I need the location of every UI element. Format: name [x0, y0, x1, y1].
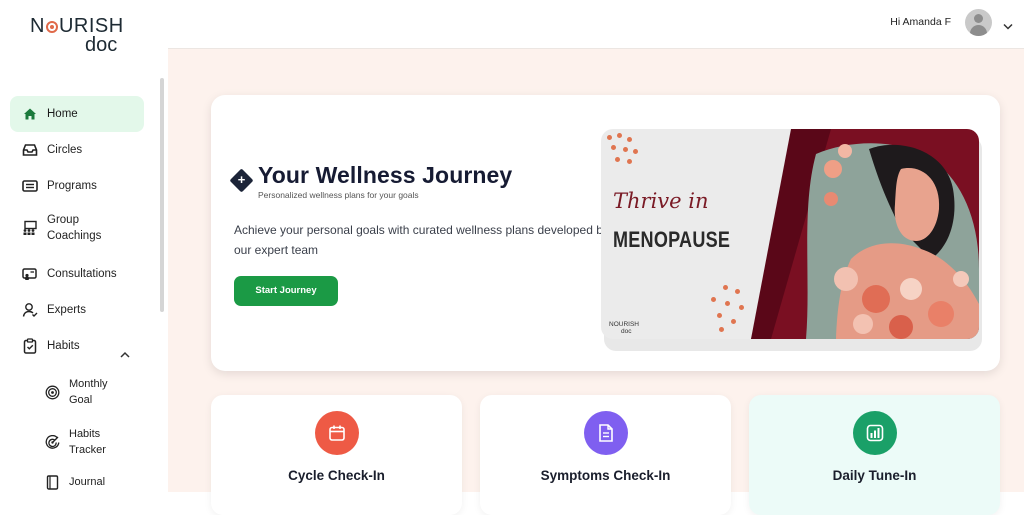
sidebar: N URISH doc Home Circles Programs Group … [0, 0, 168, 492]
chevron-down-icon[interactable] [1003, 17, 1013, 35]
notebook-icon [44, 474, 60, 490]
app-logo[interactable]: N URISH doc [30, 16, 134, 56]
list-icon [21, 177, 39, 195]
user-greeting: Hi Amanda F [890, 16, 951, 28]
symptoms-check-in-card[interactable]: Symptoms Check-In [480, 395, 731, 515]
hero-subtitle: Personalized wellness plans for your goa… [258, 190, 419, 200]
promo-title: MENOPAUSE [613, 227, 731, 252]
sidebar-item-experts[interactable]: Experts [10, 292, 144, 328]
clipboard-icon [21, 337, 39, 355]
menopause-promo-banner[interactable]: Thrive in MENOPAUSE NOURISH doc [601, 129, 979, 339]
daily-tune-in-card[interactable]: Daily Tune-In [749, 395, 1000, 515]
radar-icon [44, 434, 60, 450]
card-title: Cycle Check-In [288, 468, 385, 483]
document-icon [584, 411, 628, 455]
avatar[interactable] [965, 9, 992, 36]
calendar-icon [315, 411, 359, 455]
chevron-up-icon[interactable] [120, 346, 130, 364]
main-content: + Your Wellness Journey Personalized wel… [168, 48, 1024, 515]
sidebar-subitem-journal[interactable]: Journal [44, 474, 105, 490]
wellness-journey-card: + Your Wellness Journey Personalized wel… [211, 95, 1000, 371]
sidebar-subitem-monthly-goal[interactable]: Monthly Goal [44, 376, 119, 408]
sidebar-item-programs[interactable]: Programs [10, 168, 144, 204]
promo-logo: NOURISH doc [609, 321, 639, 335]
chat-icon [21, 265, 39, 283]
bar-chart-icon [853, 411, 897, 455]
sidebar-subitem-habits-tracker[interactable]: Habits Tracker [44, 426, 119, 458]
card-title: Daily Tune-In [832, 468, 917, 483]
card-title: Symptoms Check-In [540, 468, 671, 483]
user-icon [21, 301, 39, 319]
top-header: Hi Amanda F [168, 0, 1024, 48]
sidebar-item-circles[interactable]: Circles [10, 132, 144, 168]
target-icon [44, 384, 60, 400]
sidebar-item-home[interactable]: Home [10, 96, 144, 132]
logo-o-icon [45, 21, 58, 33]
hero-title: Your Wellness Journey [258, 162, 513, 188]
cycle-check-in-card[interactable]: Cycle Check-In [211, 395, 462, 515]
start-journey-button[interactable]: Start Journey [234, 276, 338, 306]
hero-description: Achieve your personal goals with curated… [234, 223, 609, 257]
inbox-icon [21, 141, 39, 159]
sidebar-item-group-coachings[interactable]: Group Coachings [10, 208, 144, 248]
sidebar-item-consultations[interactable]: Consultations [10, 256, 144, 292]
promo-script-text: Thrive in [613, 189, 709, 213]
group-icon [21, 219, 39, 237]
sidebar-scrollbar[interactable] [160, 78, 164, 312]
home-icon [21, 105, 39, 123]
